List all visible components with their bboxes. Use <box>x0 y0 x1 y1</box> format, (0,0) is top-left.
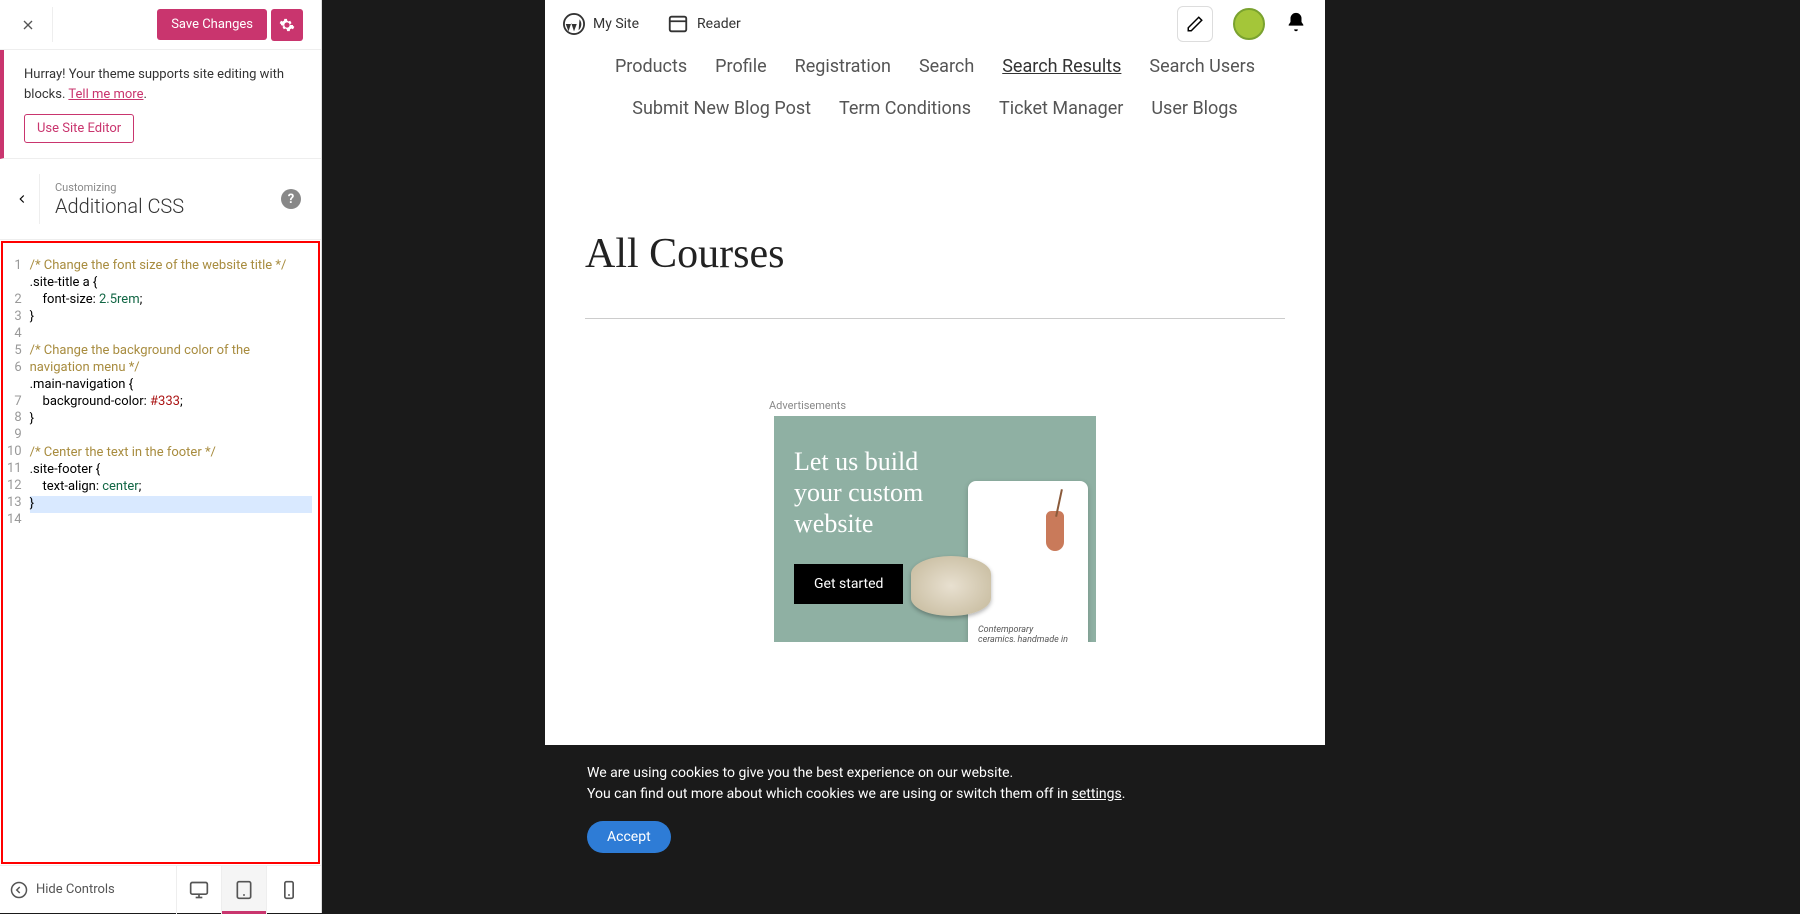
customizing-label: Customizing <box>55 181 281 194</box>
customizer-sidebar: Save Changes Hurray! Your theme supports… <box>0 0 322 913</box>
save-button[interactable]: Save Changes <box>157 9 267 40</box>
bell-icon <box>1285 11 1307 33</box>
viewport-switcher <box>176 866 311 914</box>
wordpress-icon <box>563 13 585 35</box>
nav-link[interactable]: Profile <box>715 56 766 80</box>
css-editor[interactable]: 1234567891011121314 /* Change the font s… <box>1 241 320 864</box>
cookie-settings-link[interactable]: settings <box>1072 786 1122 802</box>
cookie-accept-button[interactable]: Accept <box>587 821 671 853</box>
notice-panel: Hurray! Your theme supports site editing… <box>0 50 321 159</box>
ad-image: Contemporary ceramics, handmade in Austr… <box>946 446 1096 642</box>
ad-cta-button[interactable]: Get started <box>794 564 903 604</box>
use-site-editor-button[interactable]: Use Site Editor <box>24 114 134 143</box>
nav-link[interactable]: Ticket Manager <box>999 98 1123 122</box>
page-heading: All Courses <box>545 140 1325 318</box>
user-avatar[interactable] <box>1233 8 1265 40</box>
code-content[interactable]: /* Change the font size of the website t… <box>26 243 318 862</box>
hide-controls-button[interactable]: Hide Controls <box>10 881 115 899</box>
close-icon <box>20 17 36 33</box>
nav-link[interactable]: User Blogs <box>1151 98 1237 122</box>
nav-link[interactable]: Search Users <box>1149 56 1255 80</box>
viewport-mobile-button[interactable] <box>266 866 311 914</box>
nav-link[interactable]: Products <box>615 56 687 80</box>
viewport-desktop-button[interactable] <box>176 866 221 914</box>
pencil-icon <box>1186 15 1204 33</box>
chevron-left-circle-icon <box>10 881 28 899</box>
notice-text: Hurray! Your theme supports site editing… <box>24 65 301 104</box>
ad-block: Advertisements Let us build your custom … <box>545 399 1325 642</box>
right-margin <box>1548 0 1800 913</box>
panel-title: Additional CSS <box>55 194 281 218</box>
preview-frame: My Site Reader Products Profile Registrati… <box>545 0 1325 913</box>
reader-link[interactable]: Reader <box>667 13 741 35</box>
page-nav-row2: Submit New Blog Post Term Conditions Ticke… <box>545 98 1325 140</box>
cookie-consent-bar: We are using cookies to give you the bes… <box>545 745 1325 913</box>
ad-banner[interactable]: Let us build your custom website Get sta… <box>774 416 1096 642</box>
nav-link[interactable]: Search Results <box>1002 56 1121 80</box>
preview-wrapper: My Site Reader Products Profile Registrati… <box>322 0 1548 913</box>
close-button[interactable] <box>8 5 48 45</box>
ad-headline: Let us build your custom website <box>794 446 946 540</box>
reader-icon <box>667 13 689 35</box>
tablet-icon <box>234 880 254 900</box>
settings-button[interactable] <box>271 9 303 41</box>
page-nav-row1: Products Profile Registration Search Search … <box>545 48 1325 98</box>
sidebar-footer: Hide Controls <box>0 865 321 913</box>
help-button[interactable]: ? <box>281 189 301 209</box>
gear-icon <box>279 17 295 33</box>
nav-link[interactable]: Term Conditions <box>839 98 971 122</box>
sidebar-header: Save Changes <box>0 0 321 50</box>
divider-line <box>585 318 1285 319</box>
wp-toolbar: My Site Reader <box>545 0 1325 48</box>
my-site-link[interactable]: My Site <box>563 13 639 35</box>
viewport-tablet-button[interactable] <box>221 866 266 914</box>
cookie-text: We are using cookies to give you the bes… <box>587 763 1283 805</box>
ad-label: Advertisements <box>769 399 846 412</box>
tell-me-more-link[interactable]: Tell me more <box>68 87 143 102</box>
nav-link[interactable]: Registration <box>795 56 891 80</box>
notifications-button[interactable] <box>1285 11 1307 37</box>
line-gutter: 1234567891011121314 <box>3 243 26 862</box>
chevron-left-icon <box>15 192 29 206</box>
desktop-icon <box>189 880 209 900</box>
panel-header: Customizing Additional CSS ? <box>0 159 321 240</box>
write-button[interactable] <box>1177 6 1213 42</box>
mobile-icon <box>279 880 299 900</box>
back-button[interactable] <box>5 174 40 224</box>
nav-link[interactable]: Search <box>919 56 974 80</box>
nav-link[interactable]: Submit New Blog Post <box>632 98 811 122</box>
divider <box>52 7 53 42</box>
